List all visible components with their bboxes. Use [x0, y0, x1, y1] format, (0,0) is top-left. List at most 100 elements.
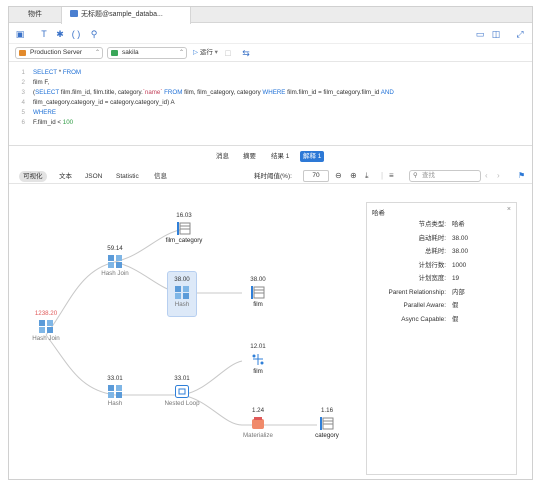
tab-result-1[interactable]: 结果 1: [268, 151, 292, 162]
close-icon[interactable]: ×: [507, 206, 511, 213]
search-input[interactable]: ⚲ 查找: [409, 170, 481, 182]
snippet-icon[interactable]: ⚲: [89, 29, 99, 39]
node-label: category: [315, 432, 339, 439]
tab-explain-1[interactable]: 解释 1: [300, 151, 325, 162]
node-film-category[interactable]: 16.03 film_category: [154, 212, 214, 245]
detail-value: 假: [452, 302, 459, 309]
sql-editor[interactable]: 1 2 3 4 5 6 SELECT * FROM film F, (SELECT …: [9, 62, 532, 144]
fullscreen-icon[interactable]: ⤢: [515, 29, 525, 39]
tab-bar: 物件 无标题@sample_databa...: [9, 7, 532, 24]
table-scan-icon: [251, 286, 265, 299]
node-hash-join-inner[interactable]: 59.14 Hash Join: [85, 245, 145, 278]
detail-value: 19: [452, 275, 460, 282]
save-icon[interactable]: ▣: [15, 29, 25, 39]
detail-value: 38.00: [452, 234, 468, 242]
detail-value: 1000: [452, 261, 467, 269]
detail-row: 总耗时: 38.00: [367, 246, 516, 258]
sql-line: (SELECT film.film_id, film.title, catego…: [33, 89, 394, 96]
view-statistic[interactable]: Statistic: [112, 171, 143, 182]
node-label: Hash Join: [101, 270, 129, 277]
server-select[interactable]: Production Server ⌃: [15, 47, 103, 59]
node-cost: 38.00: [174, 276, 190, 283]
detail-key: Async Capable:: [401, 315, 446, 323]
plan-canvas: 1238.20 Hash Join 59.14 Hash Join 16.03 …: [9, 185, 532, 479]
threshold-input[interactable]: 70: [303, 170, 329, 182]
line-number: 4: [21, 99, 25, 106]
detail-row: Parallel Aware: 假: [367, 300, 516, 312]
chevron-down-icon: ⌃: [178, 50, 184, 56]
detail-value: 内部: [452, 288, 465, 296]
node-hash-join-root[interactable]: 1238.20 Hash Join: [16, 310, 76, 343]
zoom-in-icon[interactable]: ⊕: [350, 170, 357, 182]
zoom-out-icon[interactable]: ⊖: [335, 170, 342, 182]
layout-top-icon[interactable]: ▭: [475, 29, 485, 39]
download-icon[interactable]: ⤓: [365, 170, 369, 182]
stop-icon[interactable]: □: [223, 48, 233, 58]
tab-query[interactable]: 无标题@sample_databa...: [61, 7, 191, 24]
node-materialize[interactable]: 1.24 Materialize: [228, 407, 288, 440]
node-nested-loop[interactable]: 33.01 Nested Loop: [152, 375, 212, 408]
node-hash-2[interactable]: 33.01 Hash: [85, 375, 145, 408]
editor-toolbar: ▣ T ✱ ( ) ⚲ ▭ ◫ ⤢: [9, 24, 532, 44]
pin-icon[interactable]: ⚑: [518, 170, 525, 182]
line-number: 3: [21, 89, 25, 96]
index-scan-icon: [251, 353, 265, 366]
table-scan-icon: [177, 222, 191, 235]
hash-icon: [108, 385, 122, 398]
tab-messages[interactable]: 消息: [213, 151, 232, 162]
magic-icon[interactable]: ✱: [55, 29, 65, 39]
search-icon: ⚲: [413, 172, 418, 179]
layout-split-icon[interactable]: ◫: [491, 29, 501, 39]
node-cost: 59.14: [107, 245, 123, 252]
node-cost: 33.01: [107, 375, 123, 382]
node-label: film: [253, 301, 263, 308]
pane-divider[interactable]: [9, 145, 532, 146]
tab-objects-label: 物件: [28, 11, 42, 18]
main-window: 物件 无标题@sample_databa... ▣ T ✱ ( ) ⚲ ▭ ◫ …: [8, 6, 533, 480]
view-text[interactable]: 文本: [55, 171, 76, 182]
line-number: 2: [21, 79, 25, 86]
node-detail-panel: 哈希 × 节点类型: 哈希 启动耗时: 38.00 总耗时: 38.00 计划行数: 1000…: [366, 202, 517, 475]
format-icon[interactable]: T: [39, 29, 49, 39]
node-film-1[interactable]: 38.00 film: [228, 276, 288, 309]
tab-objects[interactable]: 物件: [9, 7, 61, 23]
detail-key: 计划宽度:: [418, 275, 446, 282]
sql-line: film_category.category_id = category.cat…: [33, 99, 175, 106]
explain-toolbar: 可视化 文本 JSON Statistic 信息 耗时阈值(%): 70 ⊖ ⊕…: [9, 168, 532, 184]
view-info[interactable]: 信息: [150, 171, 171, 182]
node-label: Hash: [107, 400, 123, 407]
divider: |: [381, 171, 384, 180]
next-icon[interactable]: ›: [497, 170, 500, 182]
sql-line: film F,: [33, 79, 50, 86]
search-placeholder: 查找: [422, 172, 435, 179]
brackets-icon[interactable]: ( ): [71, 29, 81, 39]
filter-icon[interactable]: ≡: [389, 170, 394, 182]
node-cost: 38.00: [250, 276, 266, 283]
node-category[interactable]: 1.16 category: [297, 407, 357, 440]
tab-summary[interactable]: 摘要: [240, 151, 259, 162]
line-number: 6: [21, 119, 25, 126]
node-label: Materialize: [243, 432, 273, 439]
node-hash-selected[interactable]: 38.00 Hash: [152, 276, 212, 309]
node-cost: 1238.20: [34, 310, 58, 317]
node-label: Nested Loop: [164, 400, 200, 407]
prev-icon[interactable]: ‹: [485, 170, 488, 182]
explain-icon[interactable]: ⇆: [241, 48, 251, 58]
view-visual[interactable]: 可视化: [19, 171, 47, 182]
detail-key: 总耗时:: [425, 248, 446, 255]
node-cost: 16.03: [176, 212, 192, 219]
view-json[interactable]: JSON: [81, 171, 106, 182]
node-film-2[interactable]: 12.01 film: [228, 343, 288, 376]
detail-key: 节点类型:: [418, 221, 446, 228]
chevron-down-icon: ⌃: [94, 50, 100, 56]
detail-row: 计划行数: 1000: [367, 260, 516, 272]
nested-loop-icon: [175, 385, 189, 398]
node-cost: 33.01: [174, 375, 190, 382]
line-number: 1: [21, 69, 25, 76]
node-label: film: [253, 368, 263, 375]
database-select[interactable]: sakila ⌃: [107, 47, 187, 59]
result-tabs: 消息 摘要 结果 1 解释 1: [9, 151, 532, 163]
detail-value: 哈希: [452, 221, 465, 228]
detail-row: 节点类型: 哈希: [367, 219, 516, 231]
run-button[interactable]: ▷ 运行 ▾: [193, 47, 218, 59]
